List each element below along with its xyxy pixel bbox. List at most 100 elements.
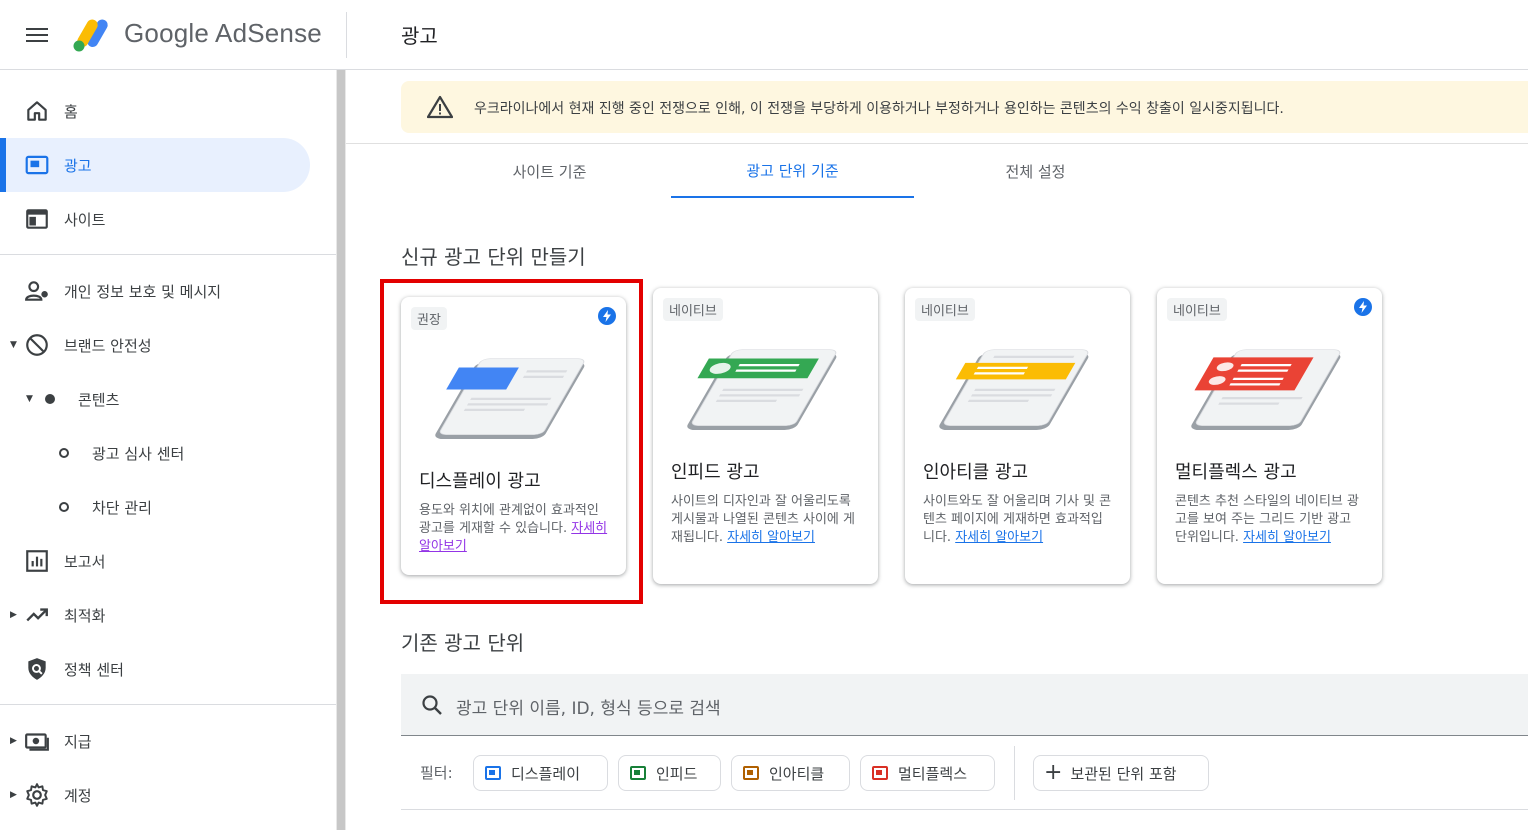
warning-text: 우크라이나에서 현재 진행 중인 전쟁으로 인해, 이 전쟁을 부당하게 이용하…	[474, 101, 1284, 117]
bolt-icon	[598, 307, 616, 325]
sidebar-item-sites[interactable]: 사이트	[0, 192, 310, 246]
divider	[346, 12, 347, 58]
sidebar-item-content[interactable]: ▼ 콘텐츠	[0, 372, 310, 426]
inarticle-ad-card[interactable]: 네이티브 인아티클 광고 사이트와도 잘 어울리며 기사 및 콘텐츠 페이지에 …	[905, 288, 1130, 584]
filter-chip-label: 인아티클	[769, 764, 825, 783]
sidebar-item-reports[interactable]: 보고서	[0, 534, 310, 588]
caret-right-icon: ▶	[10, 736, 17, 746]
sidebar-item-privacy[interactable]: 개인 정보 보호 및 메시지	[0, 264, 310, 318]
sidebar-item-blocking-controls[interactable]: 차단 관리	[0, 480, 310, 534]
sidebar-item-label: 브랜드 안전성	[64, 336, 152, 355]
ads-icon	[25, 155, 49, 175]
card-description: 용도와 위치에 관계없이 효과적인 광고를 게재할 수 있습니다. 자세히 알아…	[419, 502, 609, 556]
sidebar-item-label: 계정	[64, 786, 92, 805]
filter-chip-display[interactable]: 디스플레이	[473, 755, 608, 791]
sidebar-item-label: 지급	[64, 732, 92, 751]
sidebar-item-ad-review-center[interactable]: 광고 심사 센터	[0, 426, 310, 480]
reports-icon	[26, 550, 48, 572]
infeed-ad-illustration	[687, 349, 837, 431]
card-title: 인아티클 광고	[923, 462, 1029, 483]
search-placeholder: 광고 단위 이름, ID, 형식 등으로 검색	[456, 699, 721, 719]
search-icon	[422, 695, 442, 715]
sidebar-item-label: 홈	[64, 102, 78, 121]
tab-by-ad-unit[interactable]: 광고 단위 기준	[671, 144, 914, 198]
sidebar-item-label: 콘텐츠	[78, 390, 120, 409]
bullet-icon	[45, 394, 55, 404]
card-title: 디스플레이 광고	[419, 471, 541, 492]
brand-name: Google AdSense	[124, 18, 322, 48]
multiplex-ad-card[interactable]: 네이티브 멀티플렉스 광고 콘텐츠 추천 스타일의 네이티브 광고를 보여 주는…	[1157, 288, 1382, 584]
multiplex-ad-illustration	[1191, 349, 1341, 431]
sidebar-item-label: 광고	[64, 156, 92, 175]
tab-global-settings[interactable]: 전체 설정	[914, 144, 1157, 198]
privacy-person-icon	[25, 281, 48, 301]
sidebar-item-home[interactable]: 홈	[0, 84, 310, 138]
card-description: 콘텐츠 추천 스타일의 네이티브 광고를 보여 주는 그리드 기반 광고 단위입…	[1175, 493, 1365, 547]
infeed-format-icon	[630, 766, 646, 780]
sidebar-item-label: 보고서	[64, 552, 106, 571]
display-ad-illustration	[435, 358, 585, 440]
card-title: 인피드 광고	[671, 462, 760, 483]
sidebar-item-brand-safety[interactable]: ▼ 브랜드 안전성	[0, 318, 310, 372]
payments-icon	[25, 733, 49, 751]
sidebar-item-ads[interactable]: 광고	[0, 138, 310, 192]
multiplex-format-icon	[872, 766, 888, 780]
warning-banner: 우크라이나에서 현재 진행 중인 전쟁으로 인해, 이 전쟁을 부당하게 이용하…	[401, 81, 1528, 133]
caret-down-icon: ▼	[10, 340, 17, 350]
learn-more-link[interactable]: 자세히 알아보기	[955, 530, 1043, 545]
scrollbar-thumb[interactable]	[337, 70, 345, 830]
menu-icon[interactable]	[26, 24, 50, 46]
page-title: 광고	[401, 24, 438, 48]
caret-right-icon: ▶	[10, 790, 17, 800]
plus-icon: +	[1044, 760, 1063, 785]
tab-by-site[interactable]: 사이트 기준	[428, 144, 671, 198]
sidebar-item-policy-center[interactable]: 정책 센터	[0, 642, 310, 696]
existing-ad-units-heading: 기존 광고 단위	[401, 631, 525, 655]
filter-chip-label: 디스플레이	[511, 764, 581, 783]
warning-icon	[427, 95, 453, 119]
sidebar-item-label: 사이트	[64, 210, 106, 229]
filter-divider	[1014, 746, 1015, 800]
adsense-logo[interactable]	[72, 14, 114, 54]
filter-chip-infeed[interactable]: 인피드	[618, 755, 721, 791]
sidebar-divider	[0, 704, 336, 705]
sidebar-item-payments[interactable]: ▶ 지급	[0, 714, 310, 768]
sidebar-divider	[0, 254, 336, 255]
filter-chip-multiplex[interactable]: 멀티플렉스	[860, 755, 995, 791]
display-format-icon	[485, 766, 501, 780]
sidebar-item-account[interactable]: ▶ 계정	[0, 768, 310, 822]
learn-more-link[interactable]: 자세히 알아보기	[1243, 530, 1331, 545]
sidebar-scrollbar[interactable]	[336, 70, 346, 830]
top-app-bar: Google AdSense 광고	[0, 0, 1528, 70]
sidebar: 홈 광고 사이트 개인 정보 보호 및 메시지 ▼ 브랜드 안전성 ▼ 콘텐츠 …	[0, 70, 338, 830]
trending-up-icon	[26, 608, 48, 622]
block-icon	[26, 334, 48, 356]
inarticle-format-icon	[743, 766, 759, 780]
sidebar-item-label: 광고 심사 센터	[92, 444, 185, 463]
sidebar-item-optimization[interactable]: ▶ 최적화	[0, 588, 310, 642]
filter-chip-label: 인피드	[656, 764, 698, 783]
ad-unit-search-field[interactable]: 광고 단위 이름, ID, 형식 등으로 검색	[401, 674, 1528, 736]
filter-label: 필터:	[420, 764, 453, 782]
filter-chip-label: 멀티플렉스	[898, 764, 968, 783]
home-icon	[27, 101, 47, 121]
card-description: 사이트와도 잘 어울리며 기사 및 콘텐츠 페이지에 게재하면 효과적입니다. …	[923, 493, 1113, 547]
create-ad-unit-heading: 신규 광고 단위 만들기	[401, 245, 586, 269]
include-archived-chip[interactable]: + 보관된 단위 포함	[1033, 755, 1209, 791]
filter-chip-inarticle[interactable]: 인아티클	[731, 755, 850, 791]
policy-shield-icon	[28, 658, 46, 680]
display-ad-card[interactable]: 권장 디스플레이 광고 용도와 위치에 관계없이 효과적인 광고를 게재할 수 …	[401, 297, 626, 575]
divider	[401, 809, 1528, 810]
circle-icon	[59, 502, 69, 512]
inarticle-ad-illustration	[939, 349, 1089, 431]
infeed-ad-card[interactable]: 네이티브 인피드 광고 사이트의 디자인과 잘 어울리도록 게시물과 나열된 콘…	[653, 288, 878, 584]
caret-right-icon: ▶	[10, 610, 17, 620]
learn-more-link[interactable]: 자세히 알아보기	[727, 530, 815, 545]
gear-icon	[26, 783, 48, 807]
caret-down-icon: ▼	[26, 394, 33, 404]
sidebar-item-label: 개인 정보 보호 및 메시지	[64, 282, 222, 301]
circle-icon	[59, 448, 69, 458]
filter-chip-label: 보관된 단위 포함	[1070, 764, 1177, 783]
bolt-icon	[1354, 298, 1372, 316]
card-title: 멀티플렉스 광고	[1175, 462, 1297, 483]
